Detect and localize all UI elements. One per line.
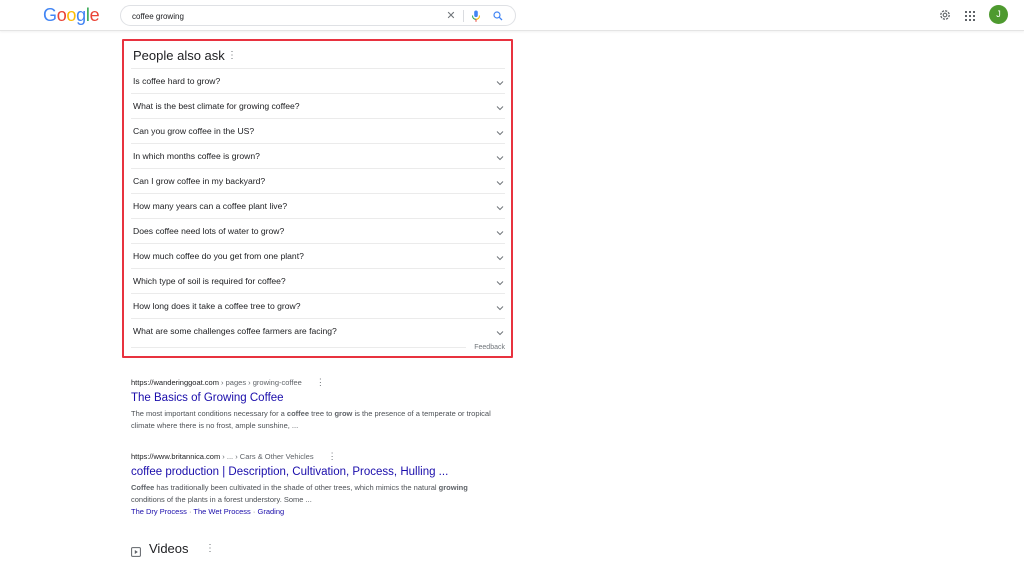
snippet-highlight: grow <box>334 409 353 418</box>
feedback-link[interactable]: Feedback <box>474 343 505 353</box>
chevron-down-icon[interactable] <box>495 275 505 286</box>
logo-letter: g <box>76 5 86 25</box>
videos-title[interactable]: Videos <box>149 541 189 557</box>
result-domain: https://www.britannica.com <box>131 452 221 461</box>
question-text: Is coffee hard to grow? <box>133 76 221 86</box>
question-text: What are some challenges coffee farmers … <box>133 326 337 336</box>
question-list: Is coffee hard to grow? What is the best … <box>131 68 505 343</box>
result-snippet: The most important conditions necessary … <box>131 408 491 432</box>
question-text: What is the best climate for growing cof… <box>133 101 300 111</box>
chevron-down-icon[interactable] <box>495 75 505 86</box>
question-text: How much coffee do you get from one plan… <box>133 251 304 261</box>
question-item[interactable]: What is the best climate for growing cof… <box>131 93 505 118</box>
search-result: https://wanderinggoat.com › pages › grow… <box>131 377 491 432</box>
question-item[interactable]: Can you grow coffee in the US? <box>131 118 505 143</box>
result-more-options-icon[interactable]: ⋮ <box>316 377 325 387</box>
paa-footer: Feedback <box>131 343 505 355</box>
search-box-divider <box>463 10 464 22</box>
people-also-ask-title: People also ask <box>133 48 225 63</box>
search-result: https://www.britannica.com › ... › Cars … <box>131 451 491 517</box>
snippet-text: has traditionally been cultivated in the… <box>154 483 439 492</box>
question-item[interactable]: Is coffee hard to grow? <box>131 68 505 93</box>
result-url[interactable]: https://wanderinggoat.com › pages › grow… <box>131 377 491 388</box>
search-icon[interactable] <box>492 9 504 23</box>
logo-letter: G <box>43 5 57 25</box>
microphone-icon[interactable] <box>470 9 482 23</box>
result-path: › ... › Cars & Other Vehicles <box>220 452 314 461</box>
search-box[interactable]: ✕ <box>120 5 516 26</box>
question-item[interactable]: Which type of soil is required for coffe… <box>131 268 505 293</box>
result-snippet: Coffee has traditionally been cultivated… <box>131 482 491 506</box>
chevron-down-icon[interactable] <box>495 325 505 336</box>
chevron-down-icon[interactable] <box>495 150 505 161</box>
sitelink-grading[interactable]: Grading <box>257 507 284 516</box>
top-bar: Google ✕ <box>0 0 1024 31</box>
search-input[interactable] <box>132 9 432 23</box>
result-url[interactable]: https://www.britannica.com › ... › Cars … <box>131 451 491 462</box>
sitelink-wet-process[interactable]: The Wet Process <box>193 507 250 516</box>
question-item[interactable]: How much coffee do you get from one plan… <box>131 243 505 268</box>
question-text: Which type of soil is required for coffe… <box>133 276 286 286</box>
result-path: › pages › growing-coffee <box>218 378 302 387</box>
question-text: Does coffee need lots of water to grow? <box>133 226 285 236</box>
result-sitelinks: The Dry Process · The Wet Process · Grad… <box>131 506 491 517</box>
result-title-link[interactable]: The Basics of Growing Coffee <box>131 391 491 406</box>
question-text: In which months coffee is grown? <box>133 151 260 161</box>
snippet-highlight: Coffee <box>131 483 155 492</box>
logo-letter: o <box>56 5 67 25</box>
close-icon[interactable]: ✕ <box>445 9 457 23</box>
chevron-down-icon[interactable] <box>495 100 505 111</box>
snippet-text: conditions of the plants in a forest und… <box>131 495 312 504</box>
gear-icon[interactable] <box>938 8 952 22</box>
logo-letter: o <box>66 5 77 25</box>
chevron-down-icon[interactable] <box>495 125 505 136</box>
more-options-icon[interactable]: ⋮ <box>227 49 237 63</box>
chevron-down-icon[interactable] <box>495 225 505 236</box>
snippet-text: tree to <box>309 409 335 418</box>
divider <box>131 347 466 348</box>
apps-grid-icon[interactable] <box>964 9 976 21</box>
question-text: How long does it take a coffee tree to g… <box>133 301 301 311</box>
result-more-options-icon[interactable]: ⋮ <box>328 451 337 461</box>
result-title-link[interactable]: coffee production | Description, Cultiva… <box>131 465 491 480</box>
snippet-highlight: coffee <box>286 409 309 418</box>
chevron-down-icon[interactable] <box>495 300 505 311</box>
chevron-down-icon[interactable] <box>495 200 505 211</box>
question-item[interactable]: How long does it take a coffee tree to g… <box>131 293 505 318</box>
chevron-down-icon[interactable] <box>495 250 505 261</box>
question-item[interactable]: What are some challenges coffee farmers … <box>131 318 505 343</box>
sitelink-dry-process[interactable]: The Dry Process <box>131 507 187 516</box>
logo-letter: e <box>89 5 100 25</box>
account-avatar[interactable]: J <box>989 5 1008 24</box>
more-options-icon[interactable]: ⋮ <box>205 542 215 556</box>
snippet-text: The most important conditions necessary … <box>131 409 287 418</box>
play-video-icon <box>131 544 141 557</box>
snippet-highlight: growing <box>438 483 468 492</box>
result-domain: https://wanderinggoat.com <box>131 378 219 387</box>
question-text: Can you grow coffee in the US? <box>133 126 255 136</box>
people-also-ask-panel: People also ask ⋮ Is coffee hard to grow… <box>122 39 513 358</box>
google-logo[interactable]: Google <box>43 5 100 25</box>
question-text: Can I grow coffee in my backyard? <box>133 176 266 186</box>
question-item[interactable]: How many years can a coffee plant live? <box>131 193 505 218</box>
question-item[interactable]: Does coffee need lots of water to grow? <box>131 218 505 243</box>
question-text: How many years can a coffee plant live? <box>133 201 288 211</box>
chevron-down-icon[interactable] <box>495 175 505 186</box>
question-item[interactable]: Can I grow coffee in my backyard? <box>131 168 505 193</box>
question-item[interactable]: In which months coffee is grown? <box>131 143 505 168</box>
